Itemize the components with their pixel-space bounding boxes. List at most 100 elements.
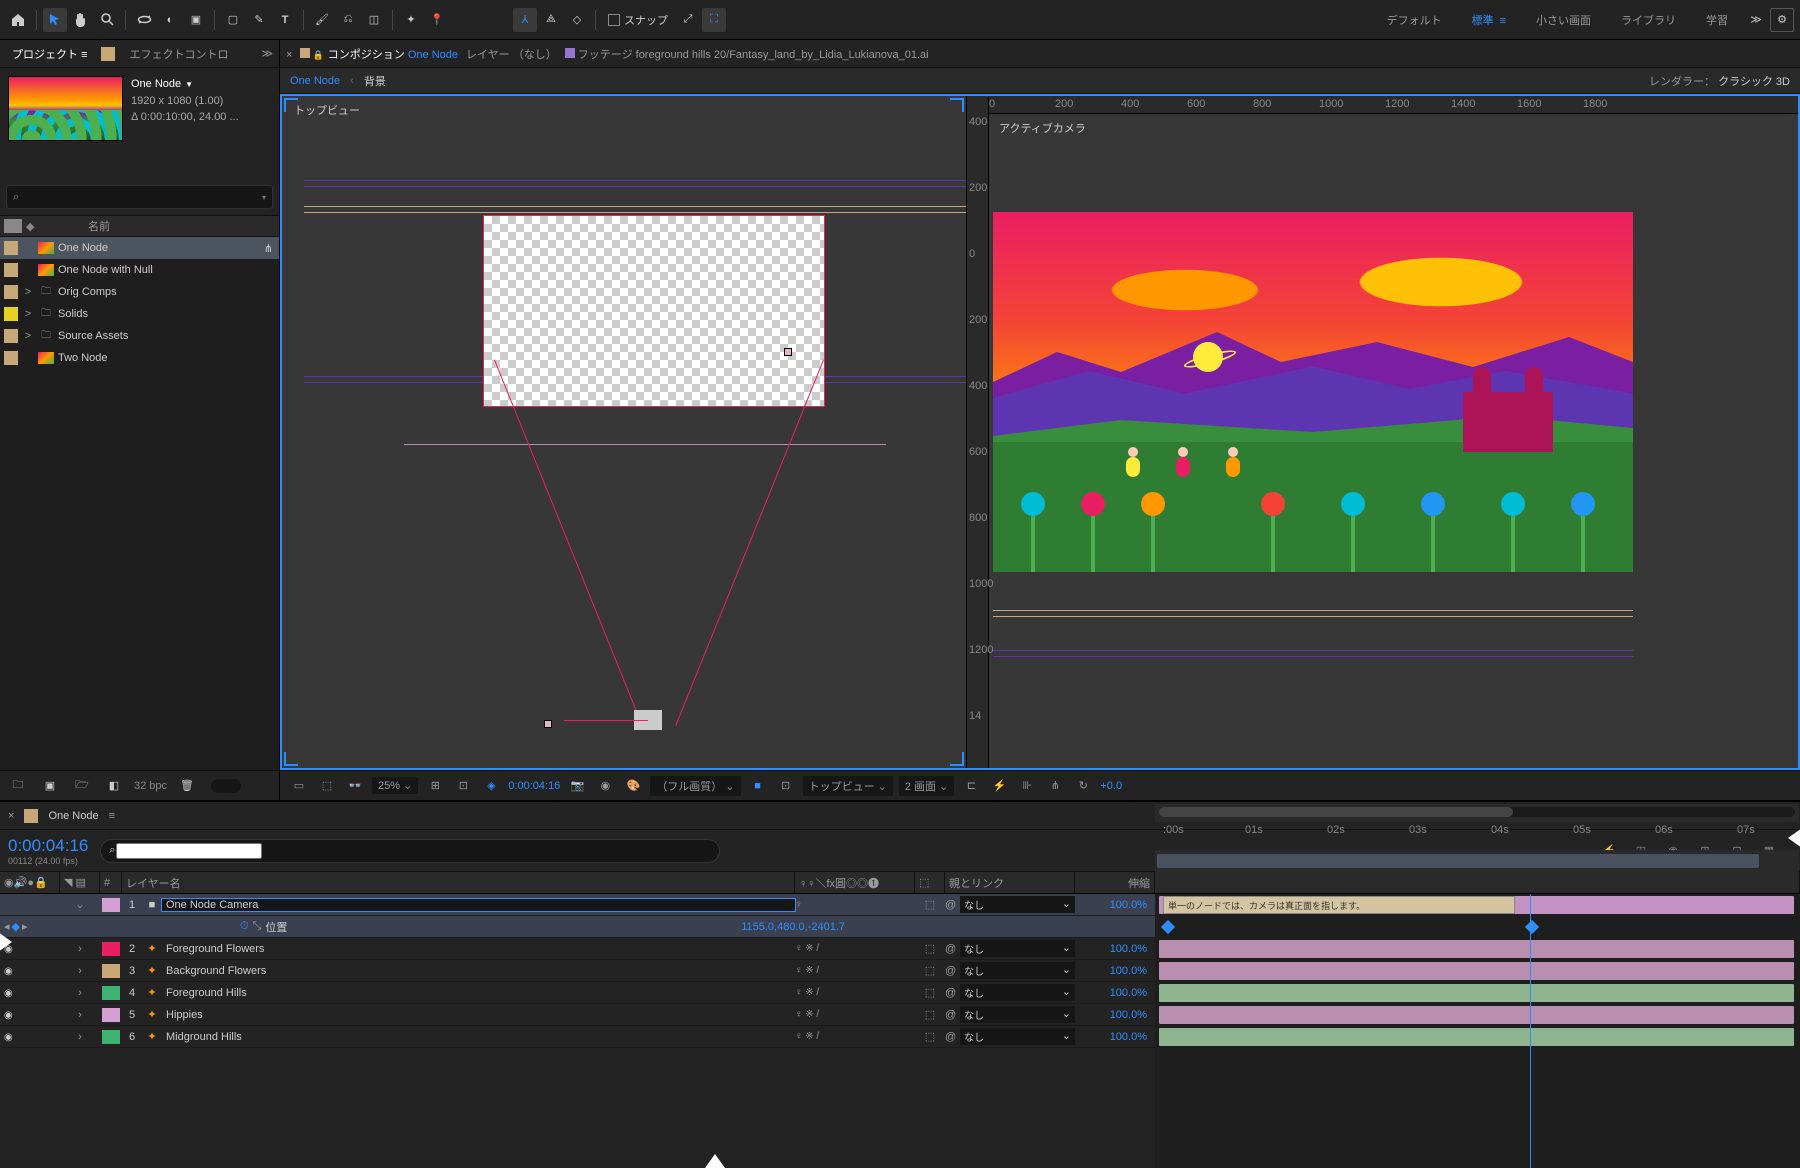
timeline-tab-name[interactable]: One Node — [48, 810, 98, 822]
current-time[interactable]: 0:00:04:16 — [8, 836, 88, 856]
layer-bar-6[interactable] — [1159, 1028, 1794, 1046]
layer-row-2[interactable]: › 2 ✦ Foreground Flowers ♀ ※ / ⬚ @なし⌄ 10… — [0, 938, 1155, 960]
snap-extend-icon[interactable]: ⛶ — [702, 8, 726, 32]
workspace-more-icon[interactable]: ≫ — [1744, 8, 1768, 32]
guides-icon[interactable]: ⊡ — [452, 775, 474, 797]
twirl-icon[interactable]: ⌄ — [60, 898, 100, 911]
property-row-position[interactable]: ◂◆▸ ⏱⤡ 位置 1155.0,480.0,-2401.7 — [0, 916, 1155, 938]
reset-exposure-icon[interactable]: ↻ — [1072, 775, 1094, 797]
pickwhip-icon[interactable]: @ — [945, 987, 956, 999]
interpret-footage-icon[interactable]: 🗀 — [6, 774, 30, 798]
axis-world-icon[interactable]: ⟁ — [539, 8, 563, 32]
pixel-aspect-icon[interactable]: ⊏ — [960, 775, 982, 797]
layer-name[interactable]: Hippies — [162, 1009, 795, 1021]
layer-switches[interactable]: ♀ ※ / — [795, 965, 915, 976]
tree-item-source-assets[interactable]: > 🗀Source Assets — [0, 325, 279, 347]
eye-column-icon[interactable]: ◉ — [4, 876, 14, 889]
panel-expand-left-icon[interactable] — [0, 932, 12, 952]
color-depth-icon[interactable]: ◧ — [102, 774, 126, 798]
layer-switches[interactable]: ♀ ※ / — [795, 1009, 915, 1020]
type-column-icon[interactable]: ◆ — [26, 220, 38, 233]
label-swatch[interactable] — [4, 285, 18, 299]
next-keyframe-icon[interactable]: ▸ — [22, 920, 28, 933]
parent-dropdown[interactable]: なし⌄ — [960, 896, 1075, 913]
name-column-header[interactable]: 名前 — [38, 218, 279, 234]
breadcrumb-current[interactable]: 背景 — [364, 73, 386, 89]
panel-expand-right-icon[interactable] — [1788, 828, 1800, 848]
snap-toggle[interactable]: スナップ — [608, 12, 668, 28]
text-tool-icon[interactable]: T — [273, 8, 297, 32]
layer-switches[interactable]: ♀ ※ / — [795, 943, 915, 954]
parent-dropdown[interactable]: なし⌄ — [960, 940, 1075, 957]
timeline-close-icon[interactable]: × — [8, 810, 14, 822]
stretch-value[interactable]: 100.0% — [1075, 965, 1155, 977]
hand-tool-icon[interactable] — [69, 8, 93, 32]
3d-switch-icon[interactable]: ⬚ — [915, 1008, 945, 1021]
new-comp-icon[interactable]: ▣ — [38, 774, 62, 798]
layer-label-swatch[interactable] — [102, 898, 120, 912]
layer-switches[interactable]: ♀ ※ / — [795, 987, 915, 998]
layer-bars-area[interactable]: 単一のノードでは、カメラは真正面を指します。 — [1155, 894, 1800, 1168]
stretch-column[interactable]: 伸縮 — [1075, 872, 1155, 893]
parent-dropdown[interactable]: なし⌄ — [960, 984, 1075, 1001]
search-input[interactable] — [19, 191, 262, 203]
layer-bar-4[interactable] — [1159, 984, 1794, 1002]
label-swatch[interactable] — [4, 241, 18, 255]
twirl-icon[interactable]: › — [60, 1031, 100, 1043]
comp-name-label[interactable]: One Node — [131, 76, 239, 93]
roto-tool-icon[interactable]: ✦ — [399, 8, 423, 32]
panel-expand-bottom-icon[interactable] — [705, 1154, 725, 1168]
quality-select[interactable]: （フル画質） — [650, 776, 740, 796]
twirl-icon[interactable]: › — [60, 965, 100, 977]
home-icon[interactable] — [6, 8, 30, 32]
magnify-icon[interactable]: ▭ — [288, 775, 310, 797]
resolution-icon[interactable]: ⬚ — [316, 775, 338, 797]
twirl-icon[interactable]: > — [22, 308, 34, 320]
view-mode-select[interactable]: トップビュー — [803, 776, 893, 796]
workspace-learn[interactable]: 学習 — [1692, 8, 1742, 32]
zoom-tool-icon[interactable] — [95, 8, 119, 32]
eraser-tool-icon[interactable]: ◫ — [362, 8, 386, 32]
channel-icon[interactable]: 🎨 — [622, 775, 644, 797]
twirl-icon[interactable]: > — [22, 330, 34, 342]
3d-switch-icon[interactable]: ⬚ — [915, 898, 945, 911]
twirl-icon[interactable]: › — [60, 1009, 100, 1021]
pin-tool-icon[interactable]: 📍 — [425, 8, 449, 32]
project-tree[interactable]: One Node⋔ One Node with Null > 🗀Orig Com… — [0, 237, 279, 770]
layer-name[interactable]: Background Flowers — [162, 965, 795, 977]
layer-row-3[interactable]: › 3 ✦ Background Flowers ♀ ※ / ⬚ @なし⌄ 10… — [0, 960, 1155, 982]
visibility-icon[interactable] — [4, 1031, 13, 1043]
axis-view-icon[interactable]: ◇ — [565, 8, 589, 32]
fast-preview-icon[interactable]: ⚡ — [988, 775, 1010, 797]
zoom-select[interactable]: 25% — [372, 777, 418, 794]
tree-item-two-node[interactable]: Two Node — [0, 347, 279, 369]
pickwhip-icon[interactable]: @ — [945, 965, 956, 977]
exposure-value[interactable]: +0.0 — [1100, 780, 1122, 792]
3d-glasses-icon[interactable]: 👓 — [344, 775, 366, 797]
layer-row-1[interactable]: ⌄ 1 ■︎ One Node Camera ♀ ⬚ @なし⌄ 100.0% — [0, 894, 1155, 916]
stretch-value[interactable]: 100.0% — [1075, 899, 1155, 911]
stretch-value[interactable]: 100.0% — [1075, 943, 1155, 955]
layer-name[interactable]: Foreground Hills — [162, 987, 795, 999]
tree-item-one-node-with-null[interactable]: One Node with Null — [0, 259, 279, 281]
add-keyframe-icon[interactable]: ◆ — [12, 920, 20, 933]
mask-icon[interactable]: ◈ — [480, 775, 502, 797]
label-column-icon[interactable] — [4, 219, 22, 233]
transparency-icon[interactable]: ■ — [747, 775, 769, 797]
workspace-library[interactable]: ライブラリ — [1607, 8, 1690, 32]
grid-icon[interactable]: ⊞ — [424, 775, 446, 797]
stretch-value[interactable]: 100.0% — [1075, 1031, 1155, 1043]
label-swatch[interactable] — [4, 329, 18, 343]
3d-switch-icon[interactable]: ⬚ — [915, 1030, 945, 1043]
label-swatch[interactable] — [4, 307, 18, 321]
trash-icon[interactable]: 🗑 — [175, 774, 199, 798]
layer-bar-2[interactable] — [1159, 940, 1794, 958]
camera-tool-icon[interactable]: ▣ — [184, 8, 208, 32]
comp-flow-icon[interactable]: ⋔ — [1044, 775, 1066, 797]
rect-tool-icon[interactable]: ▢ — [221, 8, 245, 32]
stretch-value[interactable]: 100.0% — [1075, 987, 1155, 999]
label-swatch[interactable] — [4, 351, 18, 365]
layer-row-6[interactable]: › 6 ✦ Midground Hills ♀ ※ / ⬚ @なし⌄ 100.0… — [0, 1026, 1155, 1048]
breadcrumb-root[interactable]: One Node — [290, 75, 340, 87]
flowchart-icon[interactable]: ⋔ — [264, 242, 273, 255]
